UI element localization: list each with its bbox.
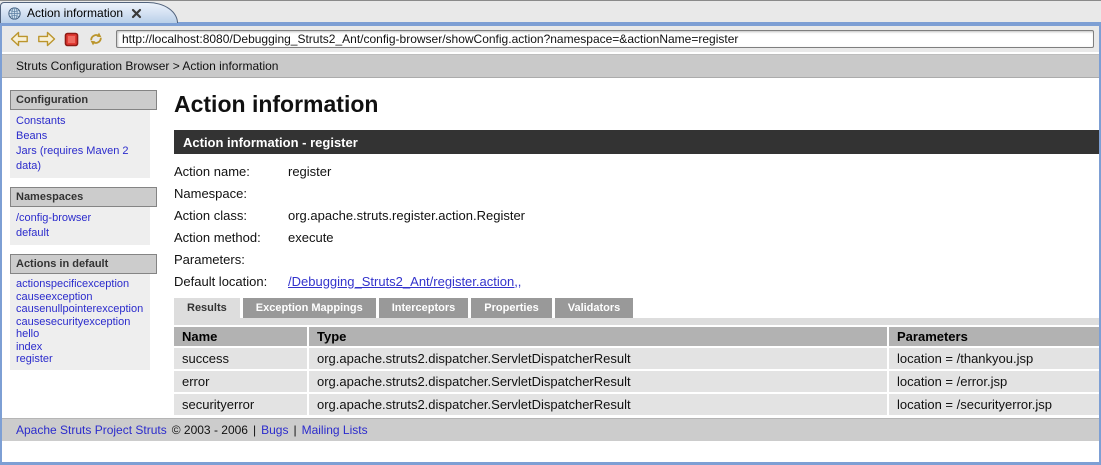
footer: Apache Struts Project Struts © 2003 - 200…	[2, 418, 1099, 441]
forward-button[interactable]	[37, 31, 56, 47]
field-row-action-method: Action method:execute	[174, 226, 1099, 248]
tab-validators[interactable]: Validators	[555, 298, 634, 318]
sidebar-link-config-browser[interactable]: /config-browser	[16, 211, 146, 226]
table-cell: location = /error.jsp	[889, 371, 1099, 392]
sidebar-section-configuration: ConfigurationConstantsBeansJars (require…	[10, 90, 158, 178]
breadcrumb: Struts Configuration Browser > Action in…	[2, 54, 1099, 78]
browser-toolbar	[2, 26, 1099, 52]
column-header-parameters: Parameters	[889, 327, 1099, 346]
sidebar-section-title: Configuration	[10, 90, 157, 110]
table-row: securityerrororg.apache.struts2.dispatch…	[174, 394, 1099, 415]
sidebar-link-causenullpointerexception[interactable]: causenullpointerexception	[16, 303, 146, 316]
field-row-parameters: Parameters:	[174, 248, 1099, 270]
table-cell: success	[174, 348, 307, 369]
view-frame: Struts Configuration Browser > Action in…	[0, 26, 1101, 465]
table-cell: securityerror	[174, 394, 307, 415]
sidebar-link-default[interactable]: default	[16, 226, 146, 241]
field-row-action-class: Action class:org.apache.struts.register.…	[174, 204, 1099, 226]
field-value: register	[288, 164, 331, 179]
field-label: Namespace:	[174, 186, 288, 201]
sidebar-link-list: actionspecificexceptioncauseexceptioncau…	[10, 274, 150, 370]
tab-exception-mappings[interactable]: Exception Mappings	[243, 298, 376, 318]
field-label: Action method:	[174, 230, 288, 245]
sidebar-section-title: Namespaces	[10, 187, 157, 207]
section-header: Action information - register	[174, 130, 1099, 154]
url-input[interactable]	[116, 30, 1094, 48]
table-cell: location = /securityerror.jsp	[889, 394, 1099, 415]
field-row-action-name: Action name:register	[174, 160, 1099, 182]
results-table: NameTypeParameters successorg.apache.str…	[172, 325, 1099, 417]
footer-text: |	[293, 423, 296, 437]
main-panel: Action information Action information - …	[158, 78, 1099, 418]
sidebar-section-actions-in-default: Actions in defaultactionspecificexceptio…	[10, 254, 158, 370]
browser-view: Action information	[0, 0, 1101, 465]
field-label: Action name:	[174, 164, 288, 179]
table-cell: org.apache.struts2.dispatcher.ServletDis…	[309, 348, 887, 369]
sidebar-link-list: /config-browserdefault	[10, 207, 150, 245]
sidebar-link-hello[interactable]: hello	[16, 328, 146, 341]
table-cell: error	[174, 371, 307, 392]
sidebar-section-title: Actions in default	[10, 254, 157, 274]
footer-text: © 2003 - 2006	[172, 423, 248, 437]
action-detail-fields: Action name:registerNamespace:Action cla…	[174, 160, 1099, 292]
tab-title: Action information	[27, 6, 123, 20]
table-cell: org.apache.struts2.dispatcher.ServletDis…	[309, 371, 887, 392]
table-row: successorg.apache.struts2.dispatcher.Ser…	[174, 348, 1099, 369]
sidebar-link-index[interactable]: index	[16, 341, 146, 354]
sidebar: ConfigurationConstantsBeansJars (require…	[2, 78, 158, 418]
sidebar-link-causesecurityexception[interactable]: causesecurityexception	[16, 316, 146, 329]
field-value-link[interactable]: /Debugging_Struts2_Ant/register.action,,	[288, 274, 521, 289]
back-button[interactable]	[10, 31, 29, 47]
sidebar-link-actionspecificexception[interactable]: actionspecificexception	[16, 278, 146, 291]
column-header-name: Name	[174, 327, 307, 346]
table-cell: location = /thankyou.jsp	[889, 348, 1099, 369]
footer-link-mailing-lists[interactable]: Mailing Lists	[302, 423, 368, 437]
page-title: Action information	[174, 91, 1099, 118]
tab-properties[interactable]: Properties	[471, 298, 551, 318]
sidebar-link-causeexception[interactable]: causeexception	[16, 291, 146, 304]
sidebar-link-list: ConstantsBeansJars (requires Maven 2 dat…	[10, 110, 150, 178]
field-row-namespace: Namespace:	[174, 182, 1099, 204]
field-value: execute	[288, 230, 334, 245]
globe-icon	[8, 7, 21, 20]
sidebar-link-register[interactable]: register	[16, 353, 146, 366]
sidebar-link-constants[interactable]: Constants	[16, 114, 146, 129]
field-label: Parameters:	[174, 252, 288, 267]
table-cell: org.apache.struts2.dispatcher.ServletDis…	[309, 394, 887, 415]
table-row: errororg.apache.struts2.dispatcher.Servl…	[174, 371, 1099, 392]
sidebar-section-namespaces: Namespaces/config-browserdefault	[10, 187, 158, 245]
column-header-type: Type	[309, 327, 887, 346]
stop-button[interactable]	[64, 32, 79, 47]
tab-interceptors[interactable]: Interceptors	[379, 298, 469, 318]
editor-tab-bar: Action information	[0, 0, 1101, 22]
tab-action-information[interactable]: Action information	[0, 2, 178, 23]
table-header-row: NameTypeParameters	[174, 327, 1099, 346]
field-row-default-location: Default location:/Debugging_Struts2_Ant/…	[174, 270, 1099, 292]
footer-text: |	[253, 423, 256, 437]
sidebar-link-jars-requires-maven-2-data[interactable]: Jars (requires Maven 2 data)	[16, 144, 146, 174]
active-tab-strip	[174, 318, 1099, 325]
field-label: Default location:	[174, 274, 288, 289]
refresh-button[interactable]	[87, 31, 105, 47]
tab-results[interactable]: Results	[174, 298, 240, 318]
footer-link-bugs[interactable]: Bugs	[261, 423, 288, 437]
close-icon[interactable]	[131, 8, 142, 19]
sidebar-link-beans[interactable]: Beans	[16, 129, 146, 144]
page-content: ConfigurationConstantsBeansJars (require…	[2, 78, 1099, 418]
field-label: Action class:	[174, 208, 288, 223]
detail-tabs: ResultsException MappingsInterceptorsPro…	[174, 298, 1099, 318]
field-value: org.apache.struts.register.action.Regist…	[288, 208, 525, 223]
footer-link-apache-struts-project-struts[interactable]: Apache Struts Project Struts	[16, 423, 167, 437]
